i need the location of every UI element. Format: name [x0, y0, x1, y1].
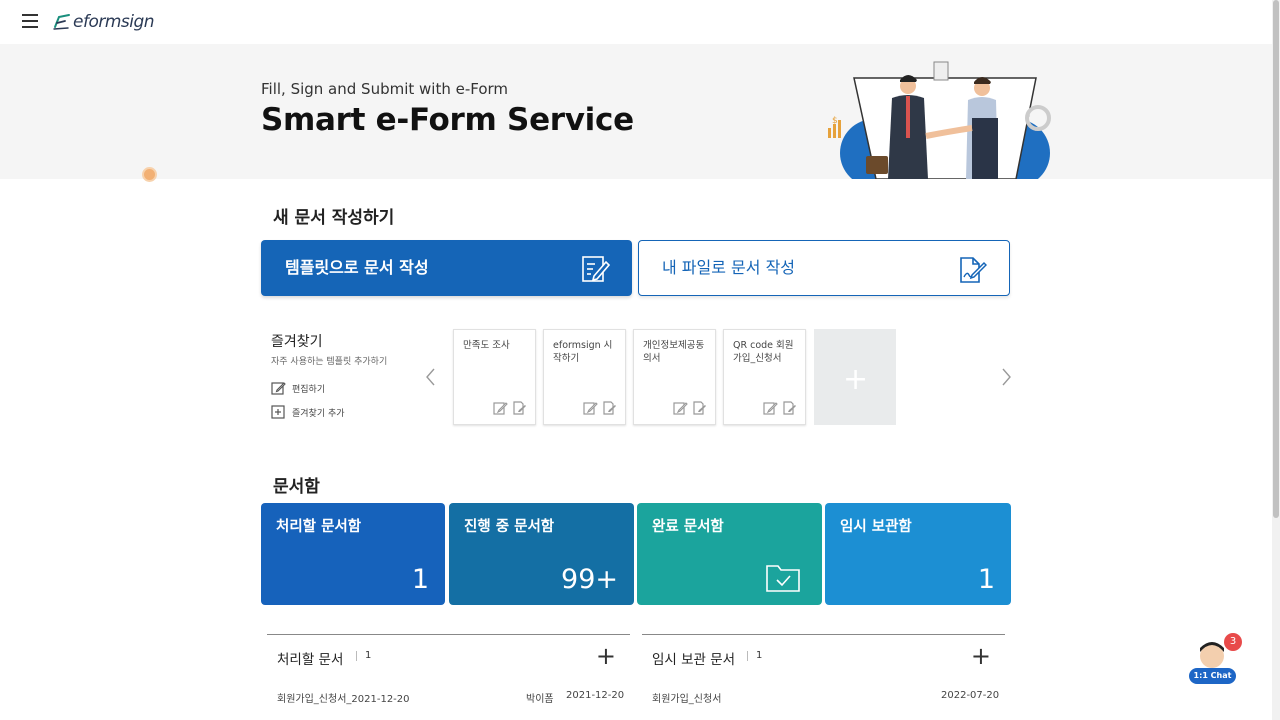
folder-check-icon	[766, 565, 800, 592]
chat-button[interactable]: 1:1 Chat	[1189, 668, 1236, 684]
plus-icon: +	[843, 362, 869, 397]
create-from-template-label: 템플릿으로 문서 작성	[285, 258, 429, 277]
favorite-card[interactable]: 만족도 조사	[453, 329, 536, 425]
write-icon[interactable]	[583, 401, 598, 415]
tile-count: 1	[411, 564, 429, 595]
eformsign-logo-icon	[53, 14, 70, 30]
tile-label: 완료 문서함	[652, 519, 724, 535]
favorites-title: 즐겨찾기	[271, 334, 323, 350]
template-edit-icon	[582, 256, 610, 282]
docbox-title: 문서함	[273, 477, 320, 497]
list-count: 1	[756, 650, 763, 661]
file-sign-icon	[960, 257, 987, 283]
todo-row-name[interactable]: 회원가입_신청서_2021-12-20	[277, 690, 410, 705]
logo-text: eformsign	[73, 12, 155, 32]
favorite-card[interactable]: QR code 회원가입_신청서	[723, 329, 806, 425]
tile-label: 임시 보관함	[840, 519, 912, 535]
send-icon[interactable]	[512, 401, 527, 415]
write-icon[interactable]	[763, 401, 778, 415]
plus-box-icon	[271, 405, 285, 419]
favorites-edit-label: 편집하기	[292, 385, 326, 395]
hero-subtitle: Fill, Sign and Submit with e-Form	[261, 80, 509, 98]
tile-temporary-box[interactable]: 임시 보관함 1	[825, 503, 1011, 605]
draft-documents-list: 임시 보관 문서 1 +	[642, 634, 1005, 678]
tile-count: 1	[977, 564, 995, 595]
menu-icon[interactable]	[22, 14, 38, 28]
todo-row-date: 2021-12-20	[566, 690, 625, 701]
draft-row-name[interactable]: 회원가입_신청서	[652, 690, 721, 705]
favorite-card[interactable]: 개인정보제공동의서	[633, 329, 716, 425]
favorite-card-name: eformsign 시작하기	[553, 340, 613, 364]
tile-completed-box[interactable]: 완료 문서함	[637, 503, 822, 605]
create-from-my-file-button[interactable]: 내 파일로 문서 작성	[638, 240, 1010, 296]
divider	[747, 651, 748, 661]
add-icon[interactable]: +	[971, 642, 991, 670]
scrollbar-thumb[interactable]	[1273, 0, 1279, 518]
list-title: 임시 보관 문서	[652, 652, 736, 668]
favorite-card-name: 개인정보제공동의서	[643, 340, 705, 364]
logo[interactable]: eformsign	[52, 10, 155, 34]
hero-title: Smart e-Form Service	[261, 102, 634, 138]
create-from-template-button[interactable]: 템플릿으로 문서 작성	[261, 240, 632, 296]
tile-count: 99+	[561, 564, 618, 595]
new-document-title: 새 문서 작성하기	[273, 208, 395, 228]
favorites-edit-button[interactable]: 편집하기	[271, 381, 325, 396]
favorites-description: 자주 사용하는 템플릿 추가하기	[271, 357, 388, 367]
favorites-add-label: 즐겨찾기 추가	[292, 409, 345, 419]
tile-in-progress-box[interactable]: 진행 중 문서함 99+	[449, 503, 634, 605]
write-icon[interactable]	[493, 401, 508, 415]
todo-documents-list: 처리할 문서 1 +	[267, 634, 630, 678]
add-icon[interactable]: +	[596, 642, 616, 670]
favorite-card-name: 만족도 조사	[463, 340, 510, 351]
send-icon[interactable]	[782, 401, 797, 415]
favorite-card-name: QR code 회원가입_신청서	[733, 340, 794, 364]
add-favorite-card[interactable]: +	[814, 329, 896, 425]
todo-row-author: 박이폼	[526, 694, 554, 705]
tile-todo-box[interactable]: 처리할 문서함 1	[261, 503, 445, 605]
draft-row-date: 2022-07-20	[941, 690, 1000, 701]
handshake-illustration: $	[828, 61, 1051, 179]
list-count: 1	[365, 650, 372, 661]
list-title: 처리할 문서	[277, 652, 344, 668]
scrollbar[interactable]	[1272, 0, 1280, 720]
favorite-card[interactable]: eformsign 시작하기	[543, 329, 626, 425]
write-icon[interactable]	[673, 401, 688, 415]
chevron-right-icon[interactable]	[999, 366, 1013, 388]
edit-icon	[271, 382, 286, 395]
favorites-add-button[interactable]: 즐겨찾기 추가	[271, 405, 345, 420]
chevron-left-icon[interactable]	[424, 366, 438, 388]
send-icon[interactable]	[692, 401, 707, 415]
tile-label: 처리할 문서함	[276, 519, 362, 535]
chat-notification-badge: 3	[1224, 633, 1242, 651]
top-bar: eformsign	[0, 0, 1272, 44]
create-from-my-file-label: 내 파일로 문서 작성	[662, 258, 796, 277]
tile-label: 진행 중 문서함	[464, 519, 555, 535]
send-icon[interactable]	[602, 401, 617, 415]
hero-banner: Fill, Sign and Submit with e-Form Smart …	[0, 44, 1272, 179]
divider	[356, 651, 357, 661]
cursor-indicator	[142, 167, 157, 182]
